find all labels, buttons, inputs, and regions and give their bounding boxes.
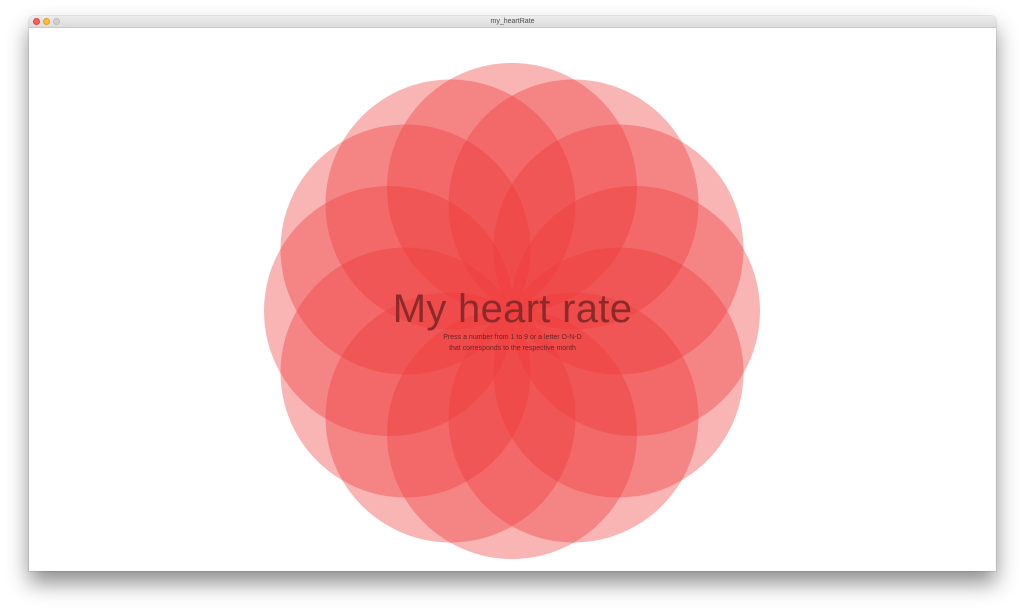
instructions-text: Press a number from 1 to 9 or a letter O…: [29, 332, 996, 354]
desktop: my_heartRate My heart rate Press a numbe…: [0, 0, 1024, 611]
sketch-canvas[interactable]: My heart rate Press a number from 1 to 9…: [29, 28, 996, 571]
page-title: My heart rate: [392, 287, 633, 331]
app-window: my_heartRate My heart rate Press a numbe…: [29, 16, 996, 571]
instructions-line-2: that corresponds to the respective month: [449, 345, 576, 352]
window-title: my_heartRate: [490, 18, 535, 25]
title-bar[interactable]: my_heartRate: [29, 16, 996, 28]
instructions-line-1: Press a number from 1 to 9 or a letter O…: [443, 334, 582, 341]
